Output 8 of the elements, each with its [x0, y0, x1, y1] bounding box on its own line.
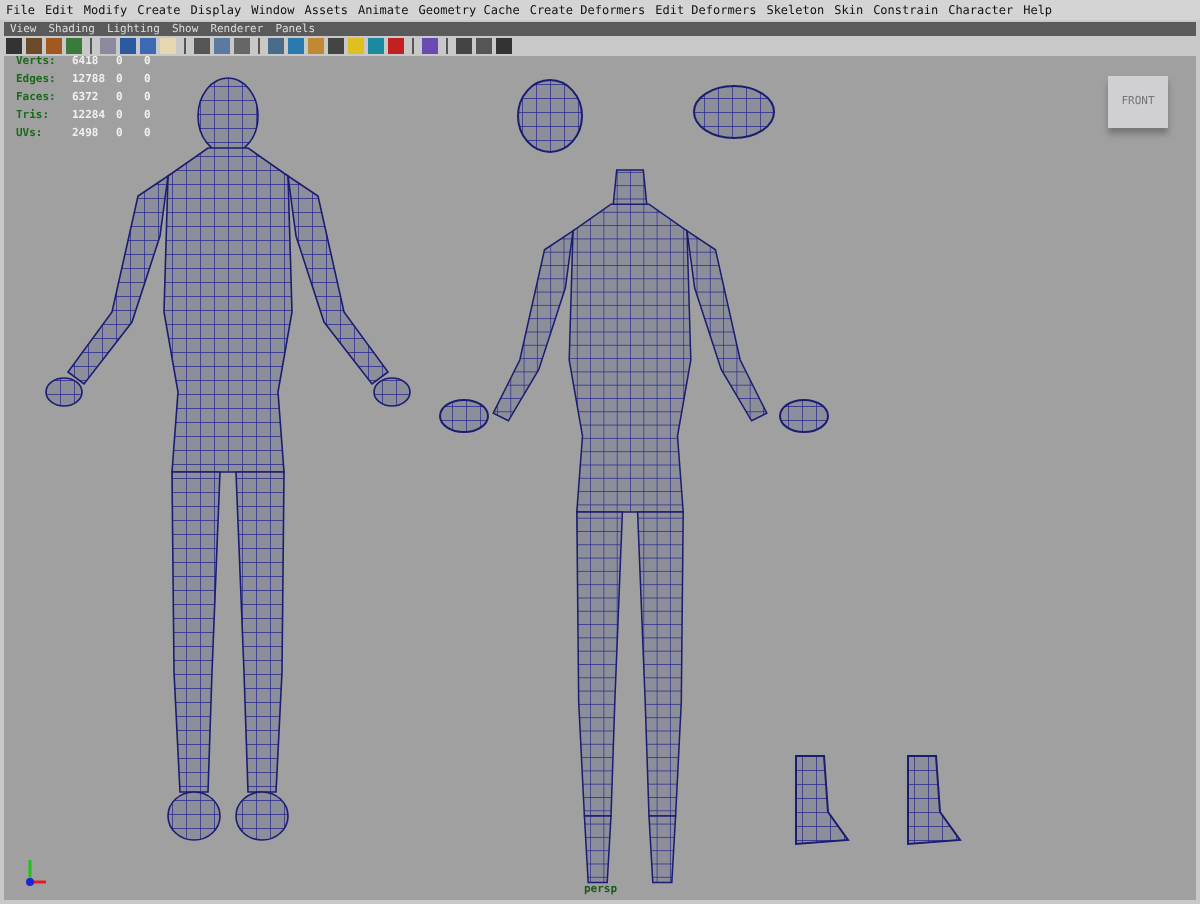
helmet-drawing [517, 79, 583, 153]
hand-drawing [439, 399, 489, 433]
axis-icon [26, 860, 46, 886]
boot-drawing [795, 755, 850, 846]
hand-drawing [779, 399, 829, 433]
helmet-drawing [693, 85, 775, 139]
toolbar-icon[interactable] [422, 38, 438, 54]
boot-drawing [907, 755, 962, 846]
